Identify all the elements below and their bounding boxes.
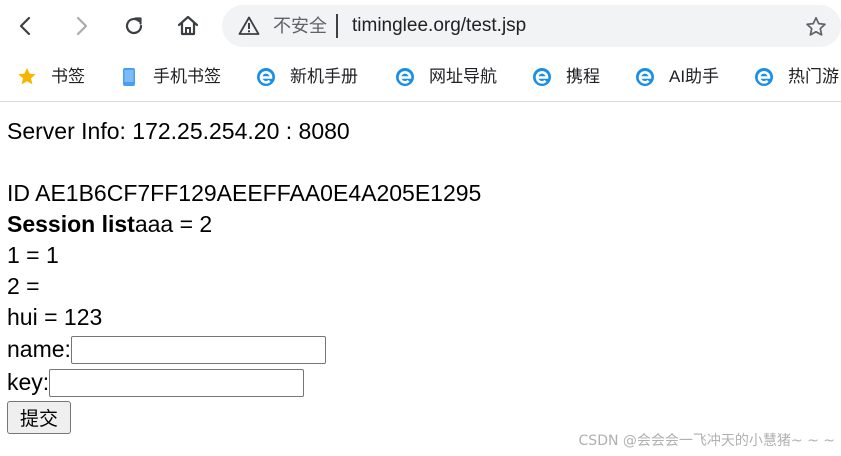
bookmark-item-ai-assistant[interactable]: AI助手: [635, 63, 719, 91]
ie-icon: [755, 68, 773, 86]
address-separator: [336, 14, 338, 38]
bookmark-item-bookmarks[interactable]: 书签: [17, 63, 85, 91]
navigation-bar: 不安全 timinglee.org/test.jsp: [0, 0, 841, 53]
home-icon: [177, 15, 199, 36]
session-entry: 2 =: [7, 273, 40, 299]
back-button[interactable]: [10, 10, 42, 42]
key-field-row: key:: [7, 366, 481, 399]
session-list-heading: Session list: [7, 211, 135, 237]
session-list-line: Session listaaa = 2: [7, 209, 481, 240]
bookmark-item-web-nav[interactable]: 网址导航: [395, 63, 497, 91]
name-label: name:: [7, 336, 71, 362]
url-text[interactable]: timinglee.org/test.jsp: [352, 15, 526, 37]
session-entry: hui = 123: [7, 304, 103, 330]
bookmarks-bar: 书签 手机书签 新机手册 网址导航 携程 AI助手 热门游: [0, 53, 841, 102]
bookmark-label: 手机书签: [153, 67, 221, 86]
browser-window: 不安全 timinglee.org/test.jsp 书签 手机书签 新机手册 …: [0, 0, 841, 456]
ie-icon: [257, 68, 275, 86]
bookmark-label: 新机手册: [290, 67, 358, 86]
home-button[interactable]: [172, 10, 204, 42]
forward-arrow-icon: [76, 16, 88, 36]
bookmark-label: 携程: [566, 67, 600, 86]
warning-triangle-icon[interactable]: [238, 15, 260, 37]
watermark-text: CSDN @会会会一飞冲天的小慧猪~ ~ ~: [578, 433, 835, 449]
bookmark-item-ctrip[interactable]: 携程: [532, 63, 600, 91]
security-status-label[interactable]: 不安全: [273, 15, 327, 37]
server-info-text: Server Info: 172.25.254.20 : 8080: [7, 118, 350, 144]
star-outline-icon[interactable]: [804, 15, 828, 39]
address-bar[interactable]: 不安全 timinglee.org/test.jsp: [222, 5, 841, 47]
page-content: Server Info: 172.25.254.20 : 8080 ID AE1…: [7, 116, 481, 434]
ie-icon: [396, 68, 414, 86]
session-id-text: ID AE1B6CF7FF129AEEFFAA0E4A205E1295: [7, 180, 482, 206]
name-field-row: name:: [7, 333, 481, 366]
phone-icon: [123, 68, 135, 86]
bookmark-label: 热门游: [788, 67, 839, 86]
bookmark-label: AI助手: [669, 67, 720, 86]
bookmark-label: 网址导航: [429, 67, 497, 86]
bookmark-item-mobile[interactable]: 手机书签: [119, 63, 221, 91]
key-input[interactable]: [49, 368, 305, 397]
ie-icon: [636, 68, 654, 86]
submit-button[interactable]: 提交: [7, 401, 71, 434]
star-icon: [18, 68, 36, 85]
reload-icon: [125, 17, 143, 35]
back-arrow-icon: [19, 16, 31, 36]
key-label: key:: [7, 369, 50, 395]
forward-button[interactable]: [65, 10, 97, 42]
session-entry: 1 = 1: [7, 242, 59, 268]
bookmark-item-new-phone-manual[interactable]: 新机手册: [256, 63, 358, 91]
bookmark-label: 书签: [51, 67, 85, 86]
name-input[interactable]: [70, 335, 326, 364]
reload-button[interactable]: [118, 10, 150, 42]
session-entry: aaa = 2: [134, 211, 213, 237]
ie-icon: [533, 68, 551, 86]
bookmark-item-hot-games[interactable]: 热门游: [754, 63, 839, 91]
